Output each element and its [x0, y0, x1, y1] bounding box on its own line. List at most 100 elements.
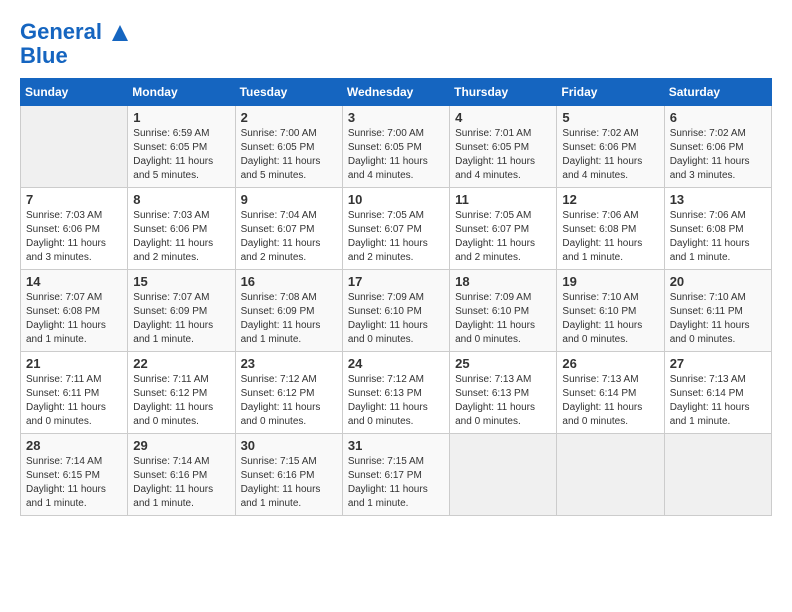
day-number: 31 — [348, 438, 444, 453]
calendar-day-cell: 21 Sunrise: 7:11 AMSunset: 6:11 PMDayligh… — [21, 352, 128, 434]
day-number: 12 — [562, 192, 658, 207]
day-number: 1 — [133, 110, 229, 125]
calendar-day-cell: 10 Sunrise: 7:05 AMSunset: 6:07 PMDayligh… — [342, 188, 449, 270]
day-info: Sunrise: 7:11 AMSunset: 6:11 PMDaylight:… — [26, 373, 122, 429]
calendar-day-cell: 24 Sunrise: 7:12 AMSunset: 6:13 PMDayligh… — [342, 352, 449, 434]
calendar-day-cell: 2 Sunrise: 7:00 AMSunset: 6:05 PMDaylight… — [235, 106, 342, 188]
day-number: 7 — [26, 192, 122, 207]
calendar-day-cell: 5 Sunrise: 7:02 AMSunset: 6:06 PMDaylight… — [557, 106, 664, 188]
calendar-day-cell: 16 Sunrise: 7:08 AMSunset: 6:09 PMDayligh… — [235, 270, 342, 352]
day-info: Sunrise: 7:13 AMSunset: 6:13 PMDaylight:… — [455, 373, 551, 429]
day-info: Sunrise: 7:12 AMSunset: 6:13 PMDaylight:… — [348, 373, 444, 429]
day-info: Sunrise: 7:10 AMSunset: 6:10 PMDaylight:… — [562, 291, 658, 347]
calendar-week-row: 1 Sunrise: 6:59 AMSunset: 6:05 PMDaylight… — [21, 106, 772, 188]
day-number: 5 — [562, 110, 658, 125]
calendar-day-cell: 19 Sunrise: 7:10 AMSunset: 6:10 PMDayligh… — [557, 270, 664, 352]
day-info: Sunrise: 7:02 AMSunset: 6:06 PMDaylight:… — [670, 127, 766, 183]
day-number: 20 — [670, 274, 766, 289]
day-number: 14 — [26, 274, 122, 289]
day-number: 19 — [562, 274, 658, 289]
day-number: 27 — [670, 356, 766, 371]
column-header-monday: Monday — [128, 79, 235, 106]
day-info: Sunrise: 7:01 AMSunset: 6:05 PMDaylight:… — [455, 127, 551, 183]
day-number: 15 — [133, 274, 229, 289]
calendar-day-cell: 18 Sunrise: 7:09 AMSunset: 6:10 PMDayligh… — [450, 270, 557, 352]
day-info: Sunrise: 7:15 AMSunset: 6:17 PMDaylight:… — [348, 455, 444, 511]
day-info: Sunrise: 7:08 AMSunset: 6:09 PMDaylight:… — [241, 291, 337, 347]
calendar-day-cell: 30 Sunrise: 7:15 AMSunset: 6:16 PMDayligh… — [235, 434, 342, 516]
calendar-day-cell — [557, 434, 664, 516]
column-header-sunday: Sunday — [21, 79, 128, 106]
calendar-day-cell: 23 Sunrise: 7:12 AMSunset: 6:12 PMDayligh… — [235, 352, 342, 434]
day-number: 30 — [241, 438, 337, 453]
day-number: 29 — [133, 438, 229, 453]
page-header: General Blue — [20, 20, 772, 68]
day-info: Sunrise: 7:14 AMSunset: 6:15 PMDaylight:… — [26, 455, 122, 511]
calendar-day-cell: 3Sunrise: 7:00 AMSunset: 6:05 PMDaylight… — [342, 106, 449, 188]
day-info: Sunrise: 7:04 AMSunset: 6:07 PMDaylight:… — [241, 209, 337, 265]
calendar-day-cell: 9 Sunrise: 7:04 AMSunset: 6:07 PMDaylight… — [235, 188, 342, 270]
calendar-day-cell: 28Sunrise: 7:14 AMSunset: 6:15 PMDayligh… — [21, 434, 128, 516]
logo-text: General — [20, 20, 130, 44]
calendar-header-row: SundayMondayTuesdayWednesdayThursdayFrid… — [21, 79, 772, 106]
day-info: Sunrise: 7:13 AMSunset: 6:14 PMDaylight:… — [670, 373, 766, 429]
day-info: Sunrise: 7:07 AMSunset: 6:09 PMDaylight:… — [133, 291, 229, 347]
day-number: 9 — [241, 192, 337, 207]
calendar-day-cell: 15 Sunrise: 7:07 AMSunset: 6:09 PMDayligh… — [128, 270, 235, 352]
day-info: Sunrise: 6:59 AMSunset: 6:05 PMDaylight:… — [133, 127, 229, 183]
day-info: Sunrise: 7:00 AMSunset: 6:05 PMDaylight:… — [241, 127, 337, 183]
day-info: Sunrise: 7:14 AMSunset: 6:16 PMDaylight:… — [133, 455, 229, 511]
calendar-day-cell: 26 Sunrise: 7:13 AMSunset: 6:14 PMDayligh… — [557, 352, 664, 434]
column-header-thursday: Thursday — [450, 79, 557, 106]
calendar-week-row: 14 Sunrise: 7:07 AMSunset: 6:08 PMDayligh… — [21, 270, 772, 352]
calendar-day-cell: 12 Sunrise: 7:06 AMSunset: 6:08 PMDayligh… — [557, 188, 664, 270]
calendar-day-cell: 4Sunrise: 7:01 AMSunset: 6:05 PMDaylight… — [450, 106, 557, 188]
day-number: 25 — [455, 356, 551, 371]
day-number: 17 — [348, 274, 444, 289]
calendar-day-cell: 1 Sunrise: 6:59 AMSunset: 6:05 PMDaylight… — [128, 106, 235, 188]
logo: General Blue — [20, 20, 130, 68]
day-number: 10 — [348, 192, 444, 207]
day-info: Sunrise: 7:09 AMSunset: 6:10 PMDaylight:… — [348, 291, 444, 347]
calendar-table: SundayMondayTuesdayWednesdayThursdayFrid… — [20, 78, 772, 516]
day-number: 23 — [241, 356, 337, 371]
calendar-day-cell: 14 Sunrise: 7:07 AMSunset: 6:08 PMDayligh… — [21, 270, 128, 352]
column-header-friday: Friday — [557, 79, 664, 106]
day-info: Sunrise: 7:09 AMSunset: 6:10 PMDaylight:… — [455, 291, 551, 347]
column-header-tuesday: Tuesday — [235, 79, 342, 106]
day-info: Sunrise: 7:06 AMSunset: 6:08 PMDaylight:… — [562, 209, 658, 265]
calendar-day-cell: 8Sunrise: 7:03 AMSunset: 6:06 PMDaylight… — [128, 188, 235, 270]
column-header-saturday: Saturday — [664, 79, 771, 106]
day-number: 8 — [133, 192, 229, 207]
day-info: Sunrise: 7:05 AMSunset: 6:07 PMDaylight:… — [455, 209, 551, 265]
day-number: 26 — [562, 356, 658, 371]
day-number: 11 — [455, 192, 551, 207]
calendar-day-cell — [664, 434, 771, 516]
day-number: 6 — [670, 110, 766, 125]
calendar-week-row: 21 Sunrise: 7:11 AMSunset: 6:11 PMDayligh… — [21, 352, 772, 434]
day-number: 16 — [241, 274, 337, 289]
calendar-day-cell: 7 Sunrise: 7:03 AMSunset: 6:06 PMDaylight… — [21, 188, 128, 270]
day-number: 22 — [133, 356, 229, 371]
day-info: Sunrise: 7:07 AMSunset: 6:08 PMDaylight:… — [26, 291, 122, 347]
day-info: Sunrise: 7:11 AMSunset: 6:12 PMDaylight:… — [133, 373, 229, 429]
day-info: Sunrise: 7:15 AMSunset: 6:16 PMDaylight:… — [241, 455, 337, 511]
calendar-day-cell: 25 Sunrise: 7:13 AMSunset: 6:13 PMDayligh… — [450, 352, 557, 434]
day-info: Sunrise: 7:05 AMSunset: 6:07 PMDaylight:… — [348, 209, 444, 265]
day-info: Sunrise: 7:12 AMSunset: 6:12 PMDaylight:… — [241, 373, 337, 429]
logo-blue: Blue — [20, 44, 130, 68]
calendar-day-cell — [21, 106, 128, 188]
day-number: 13 — [670, 192, 766, 207]
day-number: 24 — [348, 356, 444, 371]
day-info: Sunrise: 7:13 AMSunset: 6:14 PMDaylight:… — [562, 373, 658, 429]
logo-general: General — [20, 19, 102, 44]
day-number: 18 — [455, 274, 551, 289]
calendar-day-cell: 6 Sunrise: 7:02 AMSunset: 6:06 PMDaylight… — [664, 106, 771, 188]
day-info: Sunrise: 7:02 AMSunset: 6:06 PMDaylight:… — [562, 127, 658, 183]
day-info: Sunrise: 7:03 AMSunset: 6:06 PMDaylight:… — [26, 209, 122, 265]
day-number: 2 — [241, 110, 337, 125]
calendar-day-cell: 13Sunrise: 7:06 AMSunset: 6:08 PMDayligh… — [664, 188, 771, 270]
calendar-day-cell: 27 Sunrise: 7:13 AMSunset: 6:14 PMDayligh… — [664, 352, 771, 434]
day-number: 21 — [26, 356, 122, 371]
calendar-week-row: 28Sunrise: 7:14 AMSunset: 6:15 PMDayligh… — [21, 434, 772, 516]
